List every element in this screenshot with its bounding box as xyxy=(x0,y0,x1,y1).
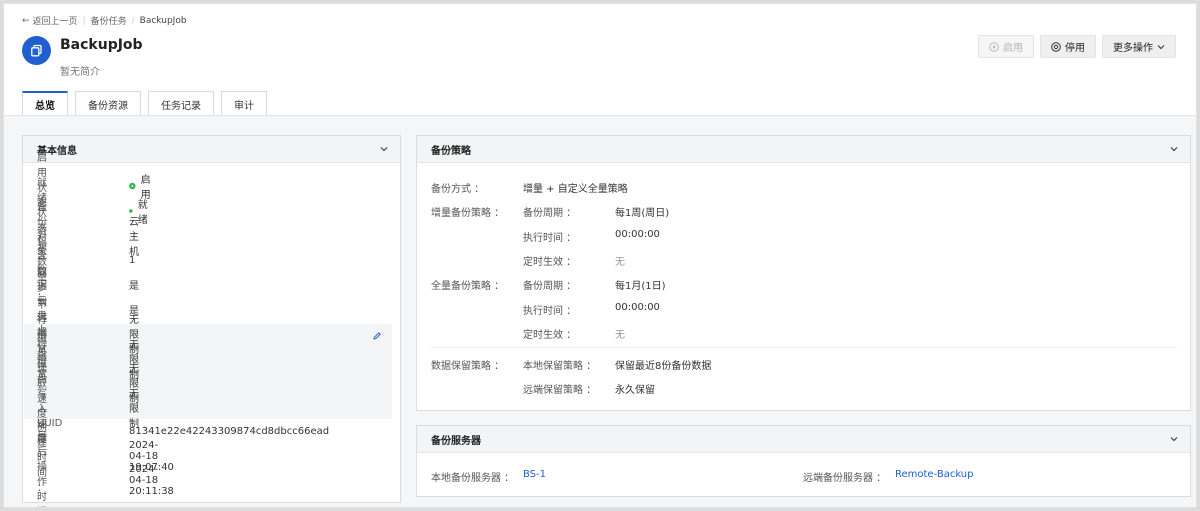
full-time-value: 00:00:00 xyxy=(615,302,660,313)
incremental-effect-key: 定时生效 ： xyxy=(523,257,577,268)
action-bar: 启用 停用 更多操作 xyxy=(978,35,1176,58)
retention-strategy-key: 数据保留策略 ： xyxy=(431,361,505,372)
incremental-time-value: 00:00:00 xyxy=(615,229,660,240)
enabled-play-icon xyxy=(129,182,136,190)
basic-info-panel: 基本信息 启用状态 ： 启用 就绪状态 ： 就绪 备份对象 ： 云主机 资源数量… xyxy=(22,135,401,507)
full-period-key: 备份周期 ： xyxy=(523,281,577,292)
breadcrumb-back-link[interactable]: 返回上一页 xyxy=(33,14,78,27)
breadcrumb: ← 返回上一页 | 备份任务 / BackupJob xyxy=(22,14,187,28)
back-arrow-icon[interactable]: ← xyxy=(22,16,30,26)
disable-button[interactable]: 停用 xyxy=(1040,35,1096,58)
info-value: 1 xyxy=(129,254,136,266)
backup-server-panel: 备份服务器 本地备份服务器 ： BS-1 远端备份服务器 ： Remote-Ba… xyxy=(416,425,1191,497)
more-actions-button[interactable]: 更多操作 xyxy=(1102,35,1176,58)
tab-bar: 总览 备份资源 任务记录 审计 xyxy=(22,91,267,116)
full-period-value: 每1月(1日) xyxy=(615,281,666,292)
tab-task-records[interactable]: 任务记录 xyxy=(148,91,214,116)
remote-retention-key: 远端保留策略 ： xyxy=(523,385,597,396)
incremental-time-key: 执行时间 ： xyxy=(523,233,577,244)
remote-retention-value: 永久保留 xyxy=(615,385,655,396)
incremental-strategy-key: 增量备份策略 ： xyxy=(431,208,505,219)
play-circle-icon xyxy=(989,41,999,52)
incremental-period-value: 每1周(周日) xyxy=(615,208,670,219)
breadcrumb-separator: | xyxy=(82,15,86,26)
enable-button[interactable]: 启用 xyxy=(978,35,1034,58)
strategy-divider xyxy=(431,347,1177,348)
backup-strategy-title: 备份策略 xyxy=(431,145,471,157)
incremental-period-key: 备份周期 ： xyxy=(523,208,577,219)
full-effect-value: 无 xyxy=(615,330,625,341)
bandwidth-settings-group xyxy=(24,324,392,419)
edit-pencil-icon[interactable] xyxy=(372,331,382,341)
full-effect-key: 定时生效 ： xyxy=(523,330,577,341)
backup-server-header[interactable]: 备份服务器 xyxy=(417,426,1190,453)
info-value: 云主机 xyxy=(129,216,139,258)
stop-circle-icon xyxy=(1051,41,1061,52)
chevron-down-icon[interactable] xyxy=(380,145,388,153)
backup-job-icon xyxy=(22,36,51,65)
job-description: 暂无简介 xyxy=(60,67,100,78)
backup-method-key: 备份方式 ： xyxy=(431,184,485,195)
tab-overview[interactable]: 总览 xyxy=(22,91,68,116)
local-retention-value: 保留最近8份备份数据 xyxy=(615,361,712,372)
ready-status-value: 就绪 xyxy=(137,200,148,226)
basic-info-header[interactable]: 基本信息 xyxy=(23,136,400,163)
breadcrumb-current: BackupJob xyxy=(139,15,187,26)
chevron-down-icon[interactable] xyxy=(1170,435,1178,443)
full-time-key: 执行时间 ： xyxy=(523,306,577,317)
remote-backup-server-key: 远端备份服务器 ： xyxy=(803,473,887,484)
more-actions-label: 更多操作 xyxy=(1113,43,1153,54)
disable-button-label: 停用 xyxy=(1065,43,1085,54)
info-value: 2024-04-18 20:11:38 xyxy=(129,463,174,497)
chevron-down-icon[interactable] xyxy=(1170,145,1178,153)
page-title: BackupJob xyxy=(60,37,143,53)
backup-method-value: 增量 + 自定义全量策略 xyxy=(523,184,628,195)
remote-backup-server-link[interactable]: Remote-Backup xyxy=(895,469,974,480)
incremental-effect-value: 无 xyxy=(615,257,625,268)
info-value: 是 xyxy=(129,280,139,292)
tab-backup-resources[interactable]: 备份资源 xyxy=(75,91,141,116)
local-backup-server-link[interactable]: BS-1 xyxy=(523,469,546,480)
backup-server-title: 备份服务器 xyxy=(431,435,481,447)
info-value: 81341e22e42243309874cd8dbcc66ead xyxy=(129,425,330,437)
info-value: 无限制 xyxy=(129,388,139,430)
breadcrumb-separator: / xyxy=(131,15,135,26)
backup-strategy-panel: 备份策略 备份方式 ： 增量 + 自定义全量策略 增量备份策略 ： 备份周期 ：… xyxy=(416,135,1191,411)
info-key: 最后操作时间 ： xyxy=(37,431,47,508)
tab-audit[interactable]: 审计 xyxy=(221,91,267,116)
local-retention-key: 本地保留策略 ： xyxy=(523,361,597,372)
chevron-down-icon xyxy=(1157,44,1165,49)
overview-content: 基本信息 启用状态 ： 启用 就绪状态 ： 就绪 备份对象 ： 云主机 资源数量… xyxy=(4,116,1196,507)
backup-strategy-header[interactable]: 备份策略 xyxy=(417,136,1190,163)
page-header: ← 返回上一页 | 备份任务 / BackupJob BackupJob 暂无简… xyxy=(4,4,1196,116)
local-backup-server-key: 本地备份服务器 ： xyxy=(431,473,515,484)
backup-job-detail-page: ← 返回上一页 | 备份任务 / BackupJob BackupJob 暂无简… xyxy=(3,3,1197,508)
breadcrumb-parent-link[interactable]: 备份任务 xyxy=(91,14,127,27)
full-strategy-key: 全量备份策略 ： xyxy=(431,281,505,292)
enable-button-label: 启用 xyxy=(1003,43,1023,54)
